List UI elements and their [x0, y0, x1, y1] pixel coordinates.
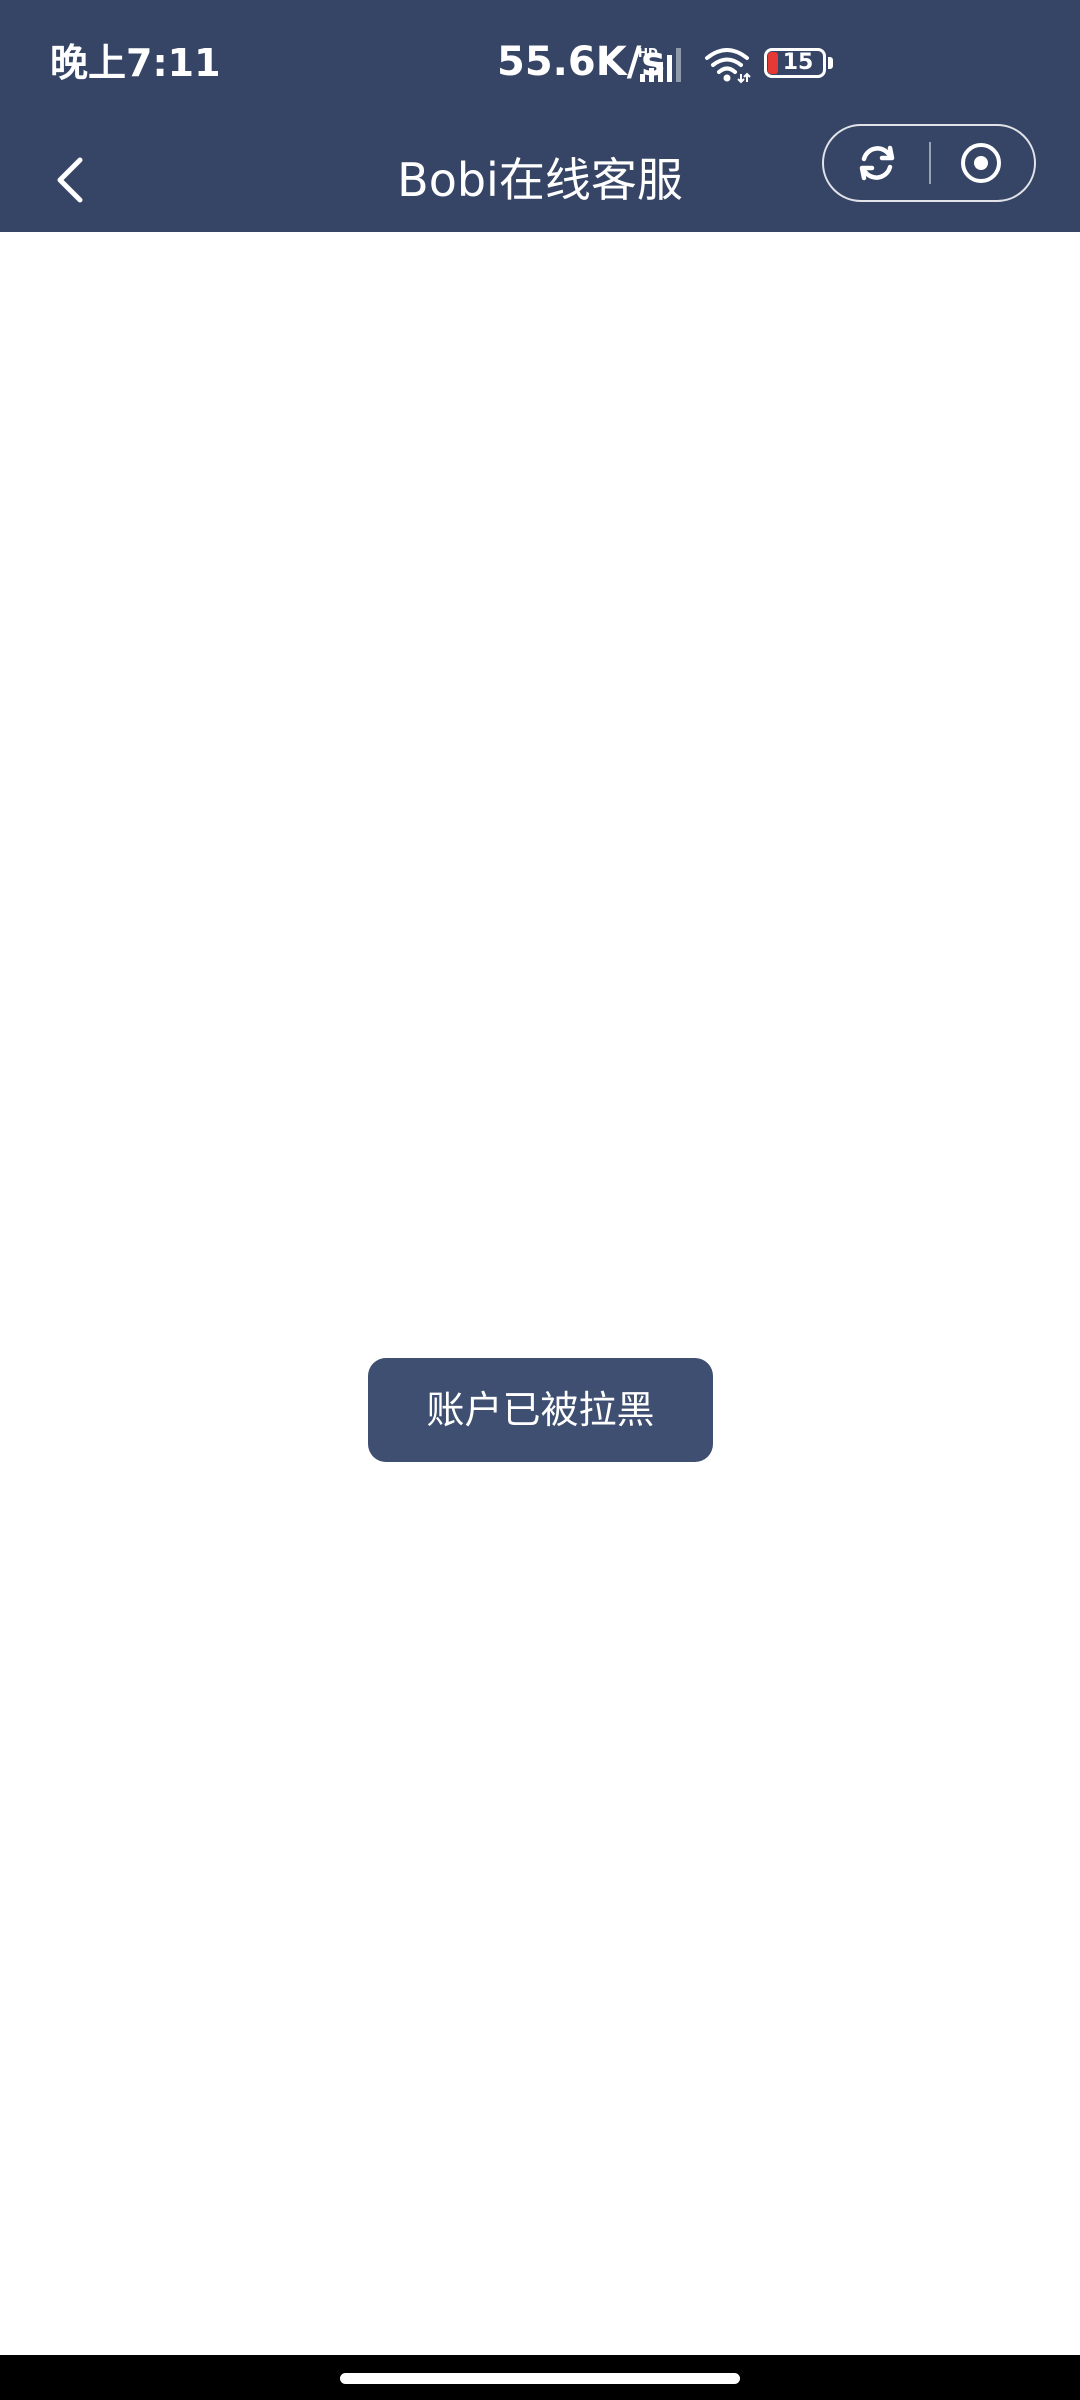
battery-icon: 15 [764, 48, 836, 82]
close-circle-icon [961, 143, 1001, 183]
system-navigation-bar [0, 2355, 1080, 2400]
page-content: 账户已被拉黑 [0, 232, 1080, 2355]
status-time: 晚上7:11 [50, 41, 221, 85]
hd-signal-icon: HD [638, 44, 692, 84]
back-button[interactable] [40, 140, 100, 220]
home-indicator[interactable] [340, 2373, 740, 2384]
page-title: Bobi在线客服 [397, 153, 683, 207]
mini-program-capsule [822, 124, 1036, 202]
chevron-left-icon [57, 157, 83, 203]
refresh-icon [859, 145, 895, 181]
wifi-icon [703, 44, 751, 84]
refresh-button[interactable] [824, 126, 929, 200]
toast-message: 账户已被拉黑 [368, 1358, 713, 1462]
svg-text:HD: HD [638, 46, 658, 60]
battery-percent: 15 [782, 50, 814, 75]
close-button[interactable] [929, 126, 1034, 200]
battery-tip [828, 57, 833, 69]
screen: 晚上7:11 55.6K/s HD 15 Bobi在线客服 账户已被拉黑 [0, 0, 1080, 2400]
status-bar: 晚上7:11 55.6K/s HD 15 [0, 0, 1080, 128]
top-bar: 晚上7:11 55.6K/s HD 15 Bobi在线客服 [0, 0, 1080, 232]
